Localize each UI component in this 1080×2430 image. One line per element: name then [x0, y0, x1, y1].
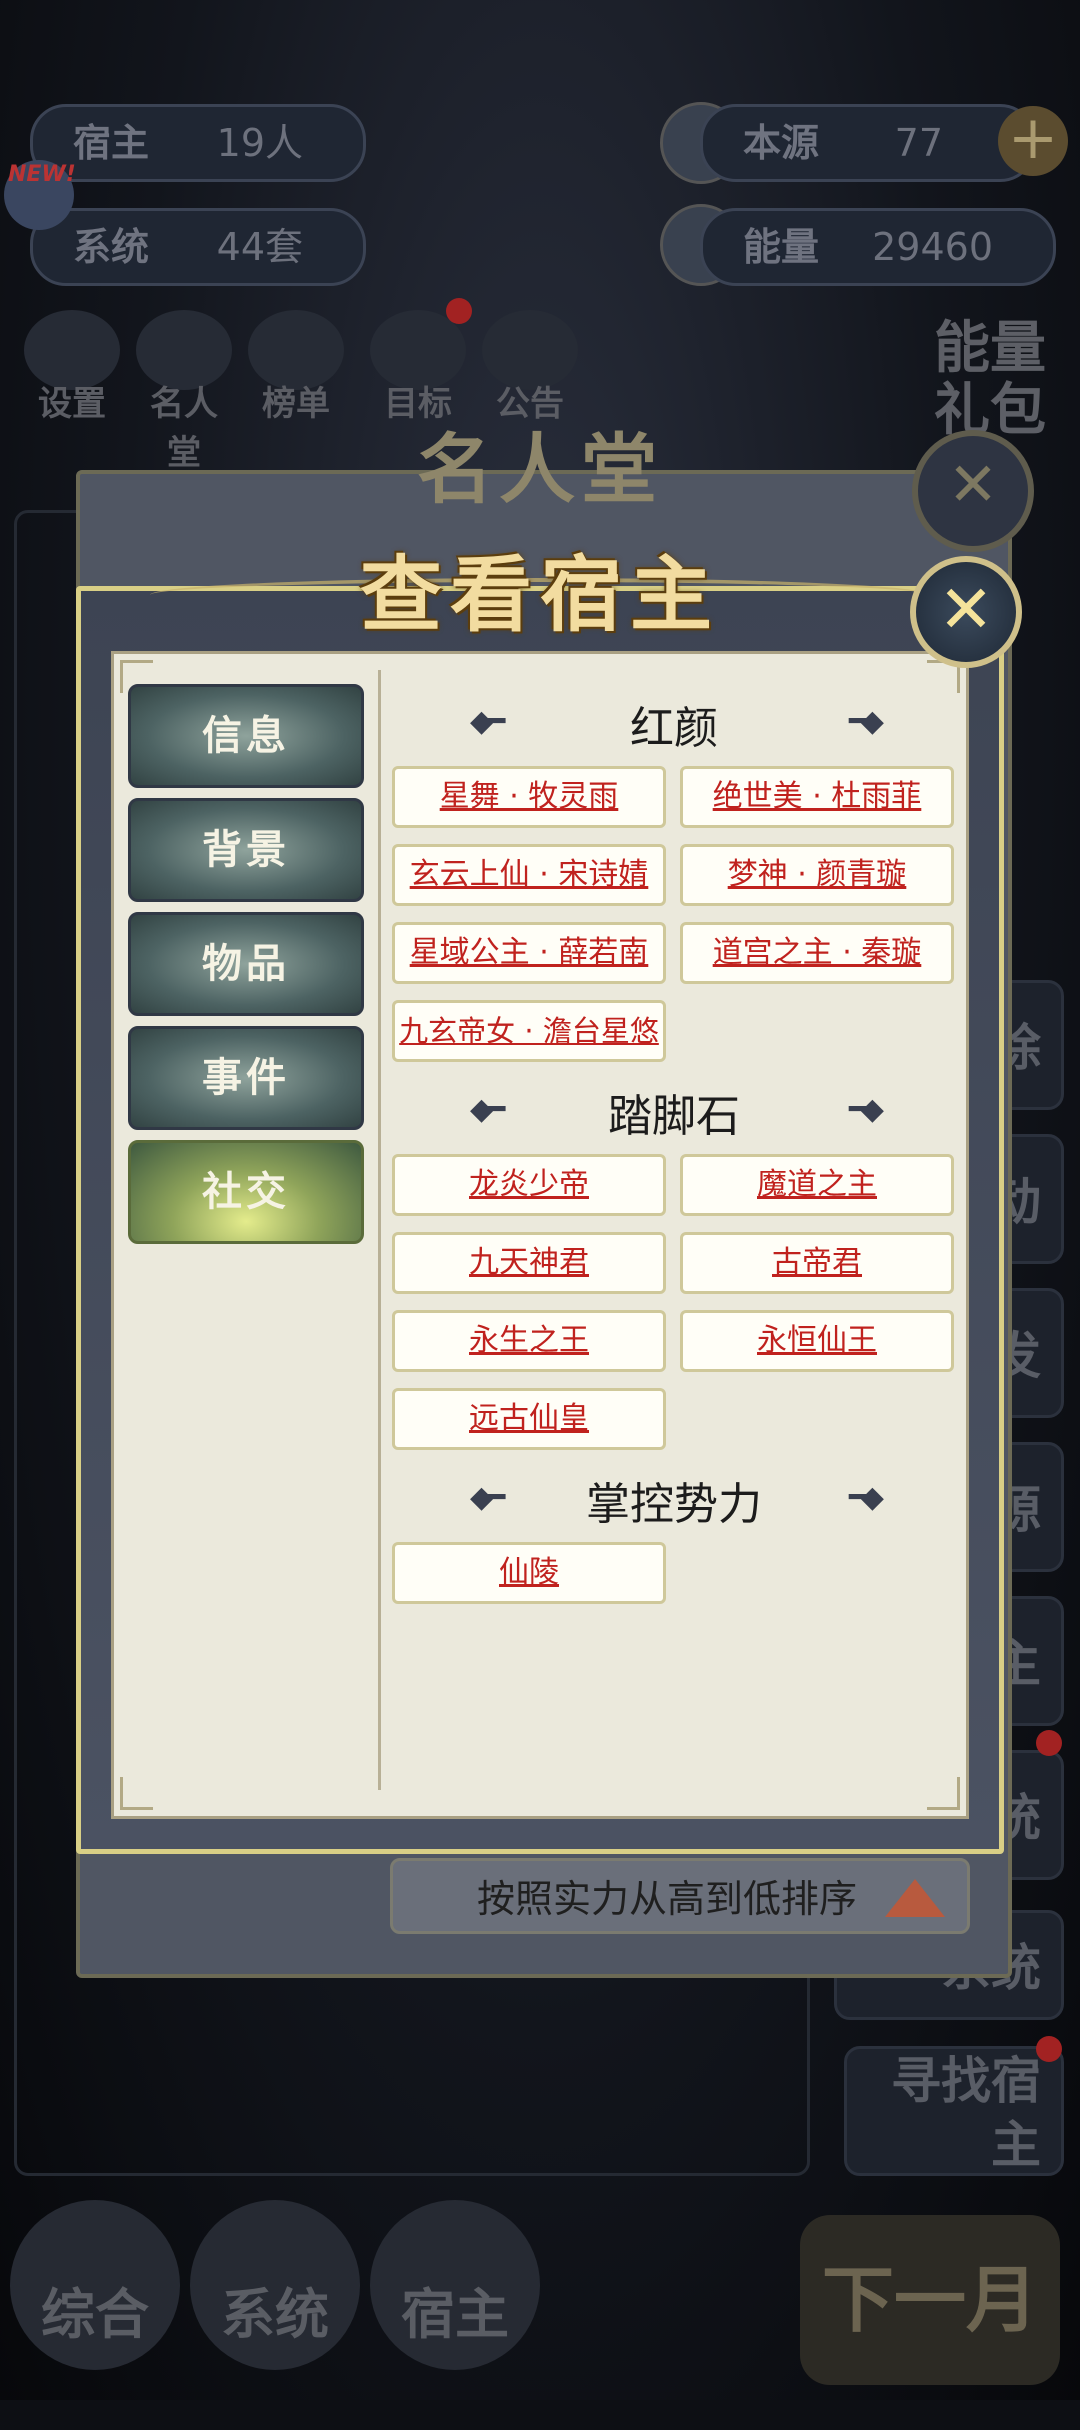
nav-system[interactable]: 系统 — [190, 2200, 360, 2370]
origin-bar: 本源 77 — [700, 104, 1036, 182]
diamond-ornament-icon: ◆━ — [470, 1092, 505, 1127]
stepping-stone-entry[interactable]: 远古仙皇 — [392, 1388, 666, 1450]
diamond-ornament-icon: ━◆ — [848, 1480, 884, 1515]
sort-order-button[interactable]: 按照实力从高到低排序 — [390, 1858, 970, 1934]
beauty-entry[interactable]: 梦神 · 颜青璇 — [680, 844, 954, 906]
system-value: 44套 — [216, 225, 303, 269]
new-badge: NEW! — [8, 162, 76, 187]
beauty-entry[interactable]: 九玄帝女 · 澹台星悠 — [392, 1000, 666, 1062]
section-title-stepping-stones: ◆━ 踏脚石 ━◆ — [470, 1091, 884, 1142]
section-title-beauties: ◆━ 红颜 ━◆ — [470, 703, 884, 754]
view-host-dialog: 信息 背景 物品 事件 社交 ◆━ 红颜 ━◆ 星舞 · 牧灵雨 绝世美 · 杜… — [76, 586, 1004, 1854]
diamond-ornament-icon: ◆━ — [470, 1480, 505, 1515]
find-host-red-dot — [1036, 2036, 1062, 2062]
nav-host[interactable]: 宿主 — [370, 2200, 540, 2370]
beauty-entry[interactable]: 星域公主 · 薛若南 — [392, 922, 666, 984]
tab-info[interactable]: 信息 — [128, 684, 364, 788]
close-button[interactable]: ✕ — [910, 556, 1022, 668]
sort-label: 按照实力从高到低排序 — [476, 1877, 857, 1921]
stepping-stone-entry[interactable]: 古帝君 — [680, 1232, 954, 1294]
origin-label: 本源 — [743, 121, 820, 165]
column-divider — [378, 670, 381, 1790]
tab-events[interactable]: 事件 — [128, 1026, 364, 1130]
stepping-stone-entry[interactable]: 永生之王 — [392, 1310, 666, 1372]
nav-overview[interactable]: 综合 — [10, 2200, 180, 2370]
stepping-stone-entry[interactable]: 永恒仙王 — [680, 1310, 954, 1372]
beauty-entry[interactable]: 绝世美 · 杜雨菲 — [680, 766, 954, 828]
side-red-dot — [1036, 1730, 1062, 1756]
tab-social[interactable]: 社交 — [128, 1140, 364, 1244]
tab-items[interactable]: 物品 — [128, 912, 364, 1016]
beauty-entry[interactable]: 道宫之主 · 秦璇 — [680, 922, 954, 984]
next-month-button[interactable]: 下一月 — [800, 2215, 1060, 2385]
host-value: 19人 — [216, 121, 303, 165]
section-title-controlled-forces: ◆━ 掌控势力 ━◆ — [470, 1479, 884, 1530]
triangle-up-icon — [885, 1879, 945, 1917]
corner-ornament — [120, 1777, 153, 1810]
host-count-bar: 宿主 19人 — [30, 104, 366, 182]
beauty-entry[interactable]: 玄云上仙 · 宋诗婧 — [392, 844, 666, 906]
energy-label: 能量 — [743, 225, 820, 269]
energy-bar: 能量 29460 — [700, 208, 1056, 286]
corner-ornament — [927, 1777, 960, 1810]
system-label: 系统 — [73, 225, 150, 269]
diamond-ornament-icon: ◆━ — [470, 704, 505, 739]
find-host-button[interactable]: 寻找宿主 — [844, 2046, 1064, 2176]
stepping-stone-entry[interactable]: 魔道之主 — [680, 1154, 954, 1216]
add-origin-button[interactable]: + — [998, 106, 1068, 176]
energy-value: 29460 — [872, 225, 993, 269]
origin-value: 77 — [894, 121, 943, 165]
host-label: 宿主 — [73, 121, 150, 165]
stepping-stone-entry[interactable]: 九天神君 — [392, 1232, 666, 1294]
stepping-stone-entry[interactable]: 龙炎少帝 — [392, 1154, 666, 1216]
beauty-entry[interactable]: 星舞 · 牧灵雨 — [392, 766, 666, 828]
diamond-ornament-icon: ━◆ — [848, 704, 884, 739]
dialog-content-panel: 信息 背景 物品 事件 社交 ◆━ 红颜 ━◆ 星舞 · 牧灵雨 绝世美 · 杜… — [111, 651, 969, 1819]
close-icon: ✕ — [938, 571, 994, 648]
force-entry[interactable]: 仙陵 — [392, 1542, 666, 1604]
system-count-bar: 系统 44套 — [30, 208, 366, 286]
notification-dot — [446, 298, 472, 324]
tab-background[interactable]: 背景 — [128, 798, 364, 902]
diamond-ornament-icon: ━◆ — [848, 1092, 884, 1127]
